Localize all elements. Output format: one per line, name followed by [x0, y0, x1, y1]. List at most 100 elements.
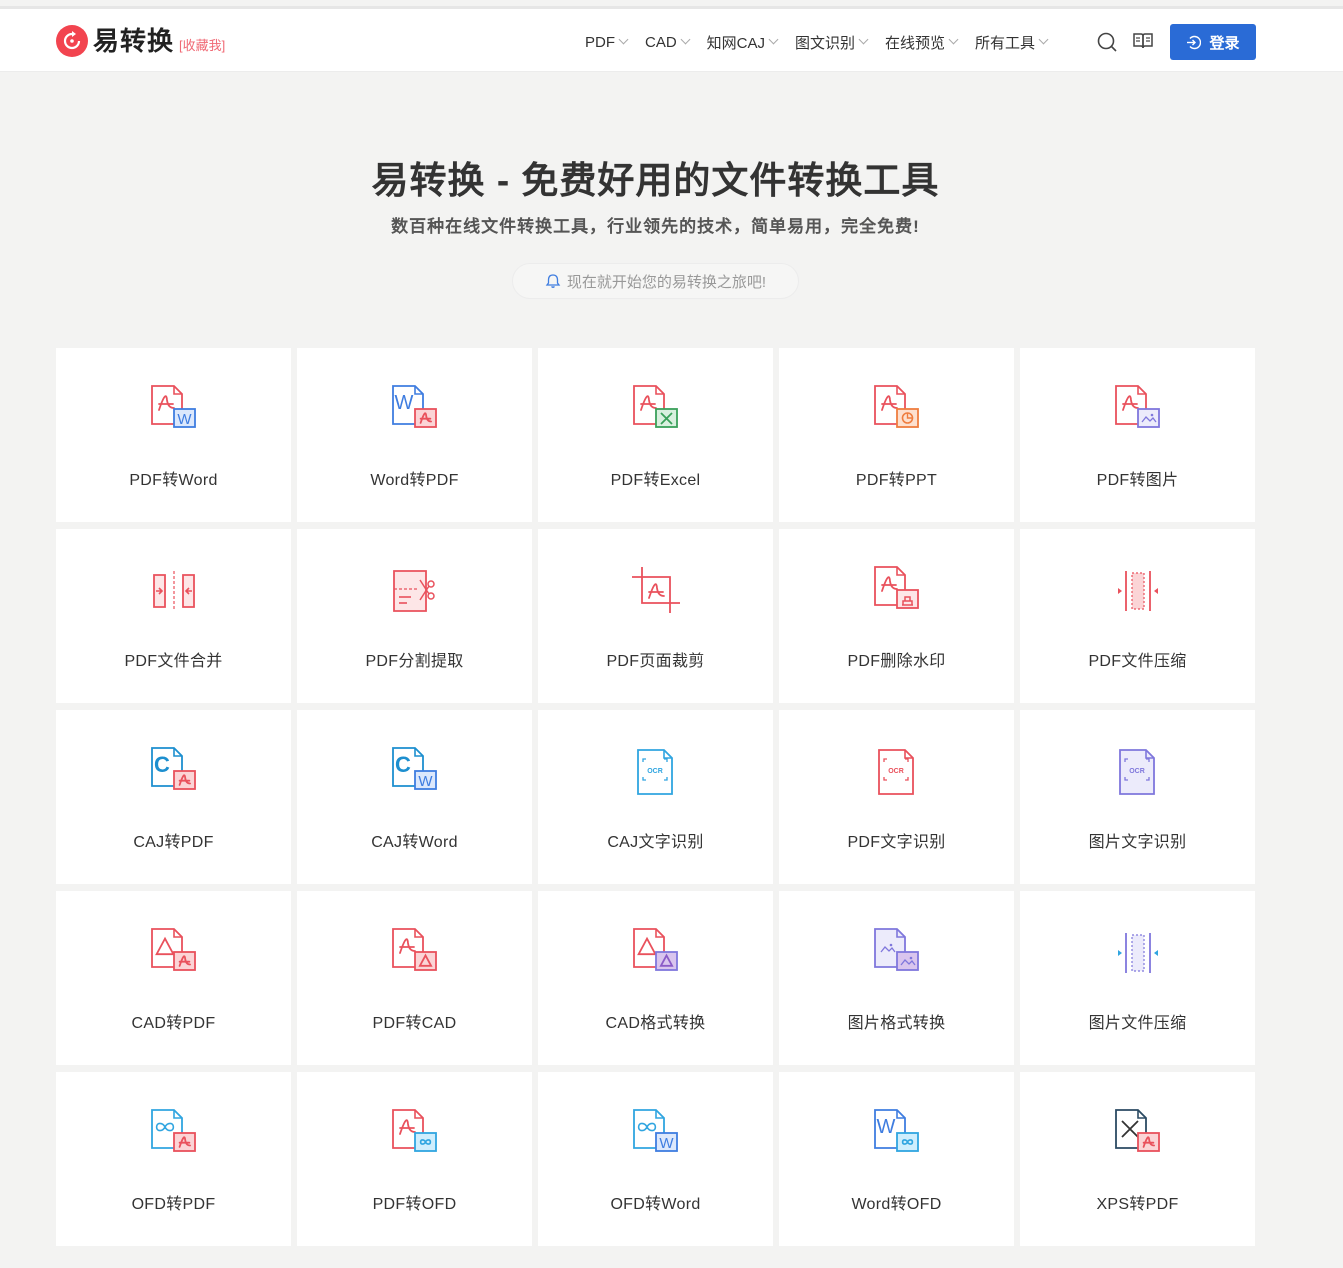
tool-card[interactable]: XPS转PDF	[1020, 1072, 1255, 1246]
caj-ocr-icon: OCR	[630, 746, 682, 798]
tool-card[interactable]: 图片格式转换	[779, 891, 1014, 1065]
svg-text:OCR: OCR	[888, 768, 904, 775]
tool-card[interactable]: 图片文件压缩	[1020, 891, 1255, 1065]
pdf-crop-icon	[630, 565, 682, 617]
svg-text:W: W	[659, 1135, 674, 1152]
tool-card[interactable]: PDF删除水印	[779, 529, 1014, 703]
search-icon[interactable]	[1096, 31, 1118, 58]
tool-label: PDF页面裁剪	[606, 653, 705, 670]
tool-card[interactable]: OCR CAJ文字识别	[538, 710, 773, 884]
ofd-to-pdf-icon	[148, 1108, 200, 1160]
svg-text:W: W	[418, 773, 433, 790]
nav-ocr[interactable]: 图文识别	[795, 32, 869, 52]
chevron-down-icon	[948, 34, 959, 45]
tool-card[interactable]: C CAJ转PDF	[56, 710, 291, 884]
tool-label: PDF删除水印	[847, 653, 946, 670]
tool-card[interactable]: PDF转Excel	[538, 348, 773, 522]
pdf-ocr-icon: OCR	[871, 746, 923, 798]
main-nav: PDF CAD 知网CAJ 图文识别 在线预览 所有工具	[585, 32, 1065, 52]
nav-preview[interactable]: 在线预览	[885, 32, 959, 52]
pdf-to-image-icon	[1112, 384, 1164, 436]
tool-card[interactable]: PDF文件压缩	[1020, 529, 1255, 703]
bookmark-link[interactable]: [收藏我]	[179, 35, 225, 54]
tool-label: 图片文件压缩	[1088, 1015, 1187, 1032]
cad-to-pdf-icon	[148, 927, 200, 979]
svg-text:C: C	[395, 752, 411, 777]
tool-label: PDF文件合并	[124, 653, 223, 670]
tool-card[interactable]: PDF转PPT	[779, 348, 1014, 522]
pdf-to-ppt-icon	[871, 384, 923, 436]
pdf-to-cad-icon	[389, 927, 441, 979]
pdf-split-icon	[389, 565, 441, 617]
caj-to-word-icon: CW	[389, 746, 441, 798]
chevron-down-icon	[768, 34, 779, 45]
tool-label: CAJ文字识别	[607, 834, 704, 851]
tool-label: PDF转CAD	[372, 1015, 457, 1032]
svg-text:W: W	[395, 392, 414, 414]
tool-card[interactable]: CAD格式转换	[538, 891, 773, 1065]
tool-card[interactable]: CAD转PDF	[56, 891, 291, 1065]
logo-name: 易转换	[93, 26, 175, 56]
tool-label: CAD转PDF	[131, 1015, 216, 1032]
logo[interactable]: 易转换 [收藏我]	[56, 25, 225, 57]
image-convert-icon	[871, 927, 923, 979]
tool-card[interactable]: PDF页面裁剪	[538, 529, 773, 703]
tool-card[interactable]: C W CAJ转Word	[297, 710, 532, 884]
tool-label: 图片文字识别	[1088, 834, 1187, 851]
nav-caj[interactable]: 知网CAJ	[707, 32, 779, 52]
page-subtitle: 数百种在线文件转换工具，行业领先的技术，简单易用，完全免费!	[391, 217, 920, 236]
svg-text:C: C	[154, 752, 170, 777]
word-to-pdf-icon: W	[389, 384, 441, 436]
cad-convert-icon	[630, 927, 682, 979]
nav-all-tools[interactable]: 所有工具	[975, 32, 1049, 52]
svg-text:OCR: OCR	[647, 768, 663, 775]
book-icon[interactable]	[1132, 31, 1154, 56]
svg-text:W: W	[177, 411, 192, 428]
tool-card[interactable]: W PDF转Word	[56, 348, 291, 522]
image-ocr-icon: OCR	[1112, 746, 1164, 798]
tool-label: CAJ转Word	[371, 834, 458, 851]
tool-label: PDF文件压缩	[1088, 653, 1187, 670]
tool-card[interactable]: W Word转PDF	[297, 348, 532, 522]
xps-to-pdf-icon	[1112, 1108, 1164, 1160]
bell-icon	[545, 274, 561, 288]
tool-label: Word转OFD	[851, 1196, 942, 1213]
tool-card[interactable]: PDF分割提取	[297, 529, 532, 703]
nav-cad[interactable]: CAD	[645, 32, 691, 52]
tool-card[interactable]: W Word转OFD	[779, 1072, 1014, 1246]
pdf-to-ofd-icon	[389, 1108, 441, 1160]
tool-card[interactable]: PDF文件合并	[56, 529, 291, 703]
pdf-remove-watermark-icon	[871, 565, 923, 617]
image-compress-icon	[1112, 927, 1164, 979]
word-to-ofd-icon: W	[871, 1108, 923, 1160]
tool-label: PDF转图片	[1096, 472, 1179, 489]
pdf-compress-icon	[1112, 565, 1164, 617]
svg-text:OCR: OCR	[1129, 768, 1145, 775]
tool-card[interactable]: OCR 图片文字识别	[1020, 710, 1255, 884]
tool-card[interactable]: OCR PDF文字识别	[779, 710, 1014, 884]
tool-grid: W PDF转Word W Word转PDF PDF转Excel PDF转PPT PDF转图片…	[56, 348, 1256, 1246]
header: 易转换 [收藏我] PDF CAD 知网CAJ 图文识别 在线预览 所有工具 登…	[0, 9, 1343, 72]
tool-card[interactable]: W OFD转Word	[538, 1072, 773, 1246]
tool-label: PDF转PPT	[855, 472, 938, 489]
tool-card[interactable]: PDF转图片	[1020, 348, 1255, 522]
login-icon	[1187, 35, 1202, 49]
tool-label: PDF转OFD	[372, 1196, 457, 1213]
tool-card[interactable]: PDF转CAD	[297, 891, 532, 1065]
tool-label: 图片格式转换	[847, 1015, 946, 1032]
pdf-to-excel-icon	[630, 384, 682, 436]
tool-card[interactable]: PDF转OFD	[297, 1072, 532, 1246]
tool-label: OFD转Word	[610, 1196, 701, 1213]
chevron-down-icon	[618, 34, 629, 45]
chevron-down-icon	[680, 34, 691, 45]
tool-label: XPS转PDF	[1096, 1196, 1179, 1213]
start-banner[interactable]: 现在就开始您的易转换之旅吧!	[512, 263, 799, 299]
tool-label: OFD转PDF	[131, 1196, 216, 1213]
svg-text:W: W	[877, 1116, 896, 1138]
logo-refresh-icon	[56, 25, 88, 57]
page-title: 易转换 - 免费好用的文件转换工具	[371, 160, 940, 201]
login-button[interactable]: 登录	[1170, 24, 1256, 60]
chevron-down-icon	[858, 34, 869, 45]
tool-card[interactable]: OFD转PDF	[56, 1072, 291, 1246]
nav-pdf[interactable]: PDF	[585, 32, 629, 52]
